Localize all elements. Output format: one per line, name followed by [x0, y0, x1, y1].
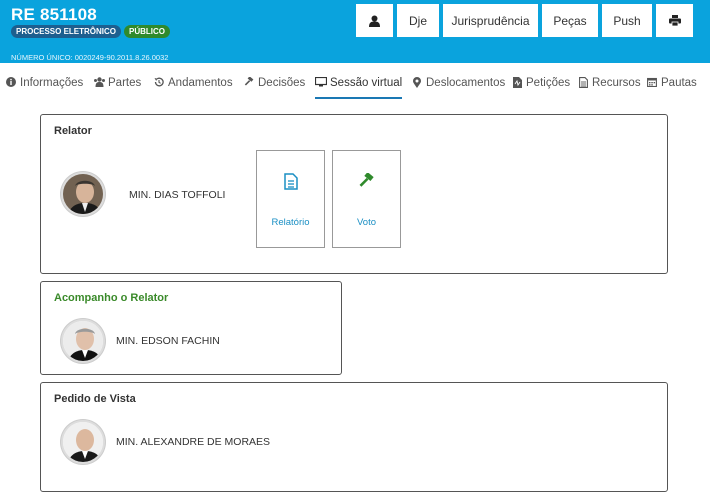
user-button[interactable] — [356, 4, 393, 37]
history-icon — [153, 77, 165, 90]
user-icon — [369, 15, 380, 27]
document-icon — [257, 173, 324, 190]
avatar — [61, 319, 105, 363]
tab-label: Informações — [20, 77, 84, 89]
tab-label: Andamentos — [168, 77, 233, 89]
users-icon — [93, 77, 105, 90]
voto-label: Voto — [356, 217, 377, 228]
jurisprudencia-button[interactable]: Jurisprudência — [443, 4, 538, 37]
pedido-vista-title: Pedido de Vista — [54, 393, 136, 405]
tab-label: Pautas — [661, 77, 697, 89]
pdf-icon — [511, 77, 523, 91]
public-badge: PÚBLICO — [124, 25, 170, 38]
relator-title: Relator — [54, 125, 92, 137]
tab-sessao-virtual[interactable]: Sessão virtual — [314, 76, 403, 99]
tab-peticoes[interactable]: Petições — [511, 77, 570, 99]
tab-label: Sessão virtual — [330, 77, 403, 89]
monitor-icon — [314, 76, 328, 90]
tab-bar: Informações Partes Andamentos Decisões S… — [0, 63, 710, 105]
document-icon — [577, 77, 589, 91]
relator-card: Relator MIN. DIAS TOFFOLI Relatório Voto — [40, 114, 668, 274]
unique-number: NÚMERO ÚNICO: 0020249-90.2011.8.26.0032 — [11, 53, 169, 62]
avatar — [61, 420, 105, 464]
tab-decisoes[interactable]: Decisões — [243, 76, 306, 99]
gavel-icon — [243, 76, 255, 90]
tab-andamentos[interactable]: Andamentos — [153, 77, 233, 99]
pedido-vista-minister-name: MIN. ALEXANDRE DE MORAES — [116, 436, 271, 448]
relatorio-label: Relatório — [271, 217, 310, 228]
voto-button[interactable]: Voto — [332, 150, 401, 248]
gavel-icon — [333, 173, 400, 189]
tab-label: Deslocamentos — [426, 77, 506, 89]
case-header: RE 851108 PROCESSO ELETRÔNICO PÚBLICO NÚ… — [0, 0, 710, 63]
dje-button[interactable]: Dje — [397, 4, 439, 37]
info-icon — [5, 77, 17, 90]
acompanho-minister-name: MIN. EDSON FACHIN — [116, 335, 220, 347]
relatorio-button[interactable]: Relatório — [256, 150, 325, 248]
tab-recursos[interactable]: Recursos — [577, 77, 641, 99]
pedido-vista-card: Pedido de Vista MIN. ALEXANDRE DE MORAES — [40, 382, 668, 492]
tab-label: Partes — [108, 77, 142, 89]
calendar-icon — [646, 77, 658, 90]
tab-label: Decisões — [258, 77, 306, 89]
acompanho-relator-card: Acompanho o Relator MIN. EDSON FACHIN — [40, 281, 342, 375]
map-marker-icon — [411, 77, 423, 91]
pecas-button[interactable]: Peças — [542, 4, 598, 37]
electronic-process-badge: PROCESSO ELETRÔNICO — [11, 25, 122, 38]
tab-pautas[interactable]: Pautas — [646, 77, 697, 99]
push-button[interactable]: Push — [602, 4, 652, 37]
relator-minister-name: MIN. DIAS TOFFOLI — [129, 189, 226, 201]
print-button[interactable] — [656, 4, 693, 37]
tab-deslocamentos[interactable]: Deslocamentos — [411, 77, 505, 99]
case-title: RE 851108 — [11, 5, 97, 24]
tab-label: Recursos — [592, 77, 641, 89]
tab-label: Petições — [526, 77, 571, 89]
tab-informacoes[interactable]: Informações — [5, 77, 83, 99]
avatar — [61, 172, 105, 216]
print-icon — [668, 15, 681, 26]
tab-partes[interactable]: Partes — [93, 77, 141, 99]
acompanho-title: Acompanho o Relator — [54, 292, 169, 304]
